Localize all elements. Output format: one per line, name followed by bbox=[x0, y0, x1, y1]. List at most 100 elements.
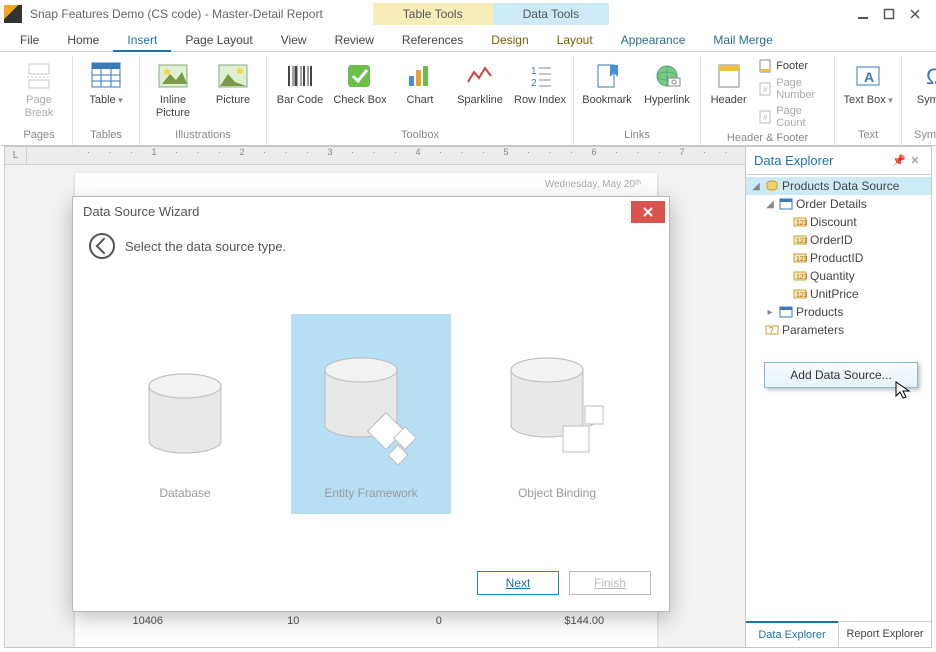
svg-text:#: # bbox=[763, 85, 768, 94]
tree-node-orderid[interactable]: 123OrderID bbox=[746, 231, 931, 249]
footer-cell-1: 10 bbox=[221, 615, 367, 627]
wizard-option-entity-framework[interactable]: Entity Framework bbox=[291, 314, 451, 514]
minimize-button[interactable] bbox=[850, 4, 876, 24]
text-box-button[interactable]: A Text Box bbox=[841, 56, 895, 107]
page-count-icon: # bbox=[758, 110, 772, 124]
close-button[interactable] bbox=[902, 4, 928, 24]
inline-picture-button[interactable]: Inline Picture bbox=[146, 56, 200, 119]
symbol-label: Symbol bbox=[917, 94, 936, 107]
title-bar: Snap Features Demo (CS code) - Master-De… bbox=[0, 0, 936, 28]
page-break-icon bbox=[23, 60, 55, 92]
data-explorer-tree[interactable]: ◢Products Data Source ◢Order Details 123… bbox=[746, 175, 931, 621]
tab-insert[interactable]: Insert bbox=[113, 29, 171, 51]
svg-text:123: 123 bbox=[796, 274, 807, 281]
tree-node-order-details[interactable]: ◢Order Details bbox=[746, 195, 931, 213]
page-break-label: Page Break bbox=[12, 94, 66, 119]
hyperlink-icon bbox=[651, 60, 683, 92]
object-binding-icon bbox=[497, 348, 617, 468]
chart-label: Chart bbox=[407, 94, 434, 107]
wizard-option-database-label: Database bbox=[159, 486, 210, 500]
svg-text:?: ? bbox=[769, 326, 774, 335]
wizard-back-button[interactable] bbox=[89, 233, 115, 259]
page-break-button[interactable]: Page Break bbox=[12, 56, 66, 119]
tab-appearance[interactable]: Appearance bbox=[607, 29, 700, 51]
ribbon-group-toolbox: Bar Code Check Box Chart Sparkline 12 Ro… bbox=[267, 56, 574, 145]
ribbon-group-header-footer: Header Footer #Page Number #Page Count H… bbox=[701, 56, 835, 145]
context-menu-add-data-source[interactable]: Add Data Source... bbox=[764, 362, 918, 388]
tab-layout[interactable]: Layout bbox=[543, 29, 607, 51]
tab-view[interactable]: View bbox=[267, 29, 321, 51]
page-header-date: Wednesday, May 20ᵗʰ bbox=[545, 179, 641, 190]
barcode-icon bbox=[284, 60, 316, 92]
symbol-icon: Ω bbox=[919, 60, 936, 92]
tree-node-products-data-source[interactable]: ◢Products Data Source bbox=[746, 177, 931, 195]
symbol-button[interactable]: Ω Symbol bbox=[908, 56, 936, 107]
group-caption-text: Text bbox=[858, 127, 878, 145]
footer-cell-2: 0 bbox=[366, 615, 512, 627]
ribbon-group-pages: Page Break Pages bbox=[6, 56, 73, 145]
ribbon-group-text: A Text Box Text bbox=[835, 56, 902, 145]
tree-node-unitprice[interactable]: 123UnitPrice bbox=[746, 285, 931, 303]
window-title: Snap Features Demo (CS code) - Master-De… bbox=[30, 7, 323, 21]
footer-button[interactable]: Footer bbox=[756, 58, 828, 74]
wizard-option-object-binding[interactable]: Object Binding bbox=[477, 314, 637, 514]
check-box-button[interactable]: Check Box bbox=[333, 56, 387, 107]
footer-cell-3: $144.00 bbox=[512, 615, 658, 627]
tab-home[interactable]: Home bbox=[53, 29, 113, 51]
picture-button[interactable]: Picture bbox=[206, 56, 260, 107]
pin-icon[interactable]: 📌 bbox=[891, 154, 907, 167]
bar-code-button[interactable]: Bar Code bbox=[273, 56, 327, 107]
table-label: Table bbox=[89, 94, 122, 107]
wizard-next-button[interactable]: Next bbox=[477, 571, 559, 595]
tab-file[interactable]: File bbox=[6, 29, 53, 51]
dialog-footer: Next Finish bbox=[73, 565, 669, 611]
panel-close-icon[interactable]: ✕ bbox=[907, 154, 923, 167]
chart-button[interactable]: Chart bbox=[393, 56, 447, 107]
table-icon bbox=[778, 197, 794, 211]
horizontal-ruler[interactable]: · · · 1 · · · 2 · · · 3 · · · 4 · · · 5 … bbox=[27, 147, 745, 165]
header-button[interactable]: Header bbox=[707, 56, 750, 107]
wizard-option-database[interactable]: Database bbox=[105, 314, 265, 514]
hyperlink-label: Hyperlink bbox=[644, 94, 690, 107]
tab-page-layout[interactable]: Page Layout bbox=[171, 29, 266, 51]
row-index-button[interactable]: 12 Row Index bbox=[513, 56, 567, 107]
tree-node-discount[interactable]: 123Discount bbox=[746, 213, 931, 231]
sparkline-button[interactable]: Sparkline bbox=[453, 56, 507, 107]
tree-node-products[interactable]: ▸Products bbox=[746, 303, 931, 321]
page-number-button[interactable]: # Page Number bbox=[756, 76, 828, 102]
tree-node-quantity[interactable]: 123Quantity bbox=[746, 267, 931, 285]
header-label: Header bbox=[711, 94, 747, 107]
footer-cell-0: 10406 bbox=[75, 615, 221, 627]
table-icon bbox=[90, 60, 122, 92]
dialog-body: Database Entity Framework Object Binding bbox=[73, 273, 669, 565]
text-box-label: Text Box bbox=[844, 94, 893, 107]
dialog-title-bar[interactable]: Data Source Wizard bbox=[73, 197, 669, 225]
tree-node-parameters[interactable]: ?Parameters bbox=[746, 321, 931, 339]
group-caption-links: Links bbox=[624, 127, 650, 145]
chart-icon bbox=[404, 60, 436, 92]
picture-icon bbox=[217, 60, 249, 92]
svg-text:123: 123 bbox=[796, 292, 807, 299]
page-count-button[interactable]: #Page Count bbox=[756, 104, 828, 130]
ribbon: Page Break Pages Table Tables Inline Pic… bbox=[0, 52, 936, 146]
header-footer-stack: Footer # Page Number #Page Count bbox=[756, 56, 828, 130]
dialog-close-button[interactable] bbox=[631, 201, 665, 223]
ribbon-group-symbols: Ω Symbol Symbols bbox=[902, 56, 936, 145]
tab-mail-merge[interactable]: Mail Merge bbox=[699, 29, 786, 51]
hyperlink-button[interactable]: Hyperlink bbox=[640, 56, 694, 107]
tab-references[interactable]: References bbox=[388, 29, 477, 51]
side-tab-report-explorer[interactable]: Report Explorer bbox=[838, 622, 931, 647]
maximize-button[interactable] bbox=[876, 4, 902, 24]
tab-review[interactable]: Review bbox=[321, 29, 388, 51]
page-number-label: Page Number bbox=[776, 77, 826, 101]
wizard-finish-button: Finish bbox=[569, 571, 651, 595]
side-tab-data-explorer[interactable]: Data Explorer bbox=[746, 621, 838, 647]
tab-design[interactable]: Design bbox=[477, 29, 542, 51]
check-box-label: Check Box bbox=[333, 94, 386, 107]
bookmark-button[interactable]: Bookmark bbox=[580, 56, 634, 107]
table-button[interactable]: Table bbox=[79, 56, 133, 107]
tree-node-productid[interactable]: 123ProductID bbox=[746, 249, 931, 267]
wizard-prompt: Select the data source type. bbox=[125, 239, 286, 254]
text-box-icon: A bbox=[852, 60, 884, 92]
sparkline-label: Sparkline bbox=[457, 94, 503, 107]
